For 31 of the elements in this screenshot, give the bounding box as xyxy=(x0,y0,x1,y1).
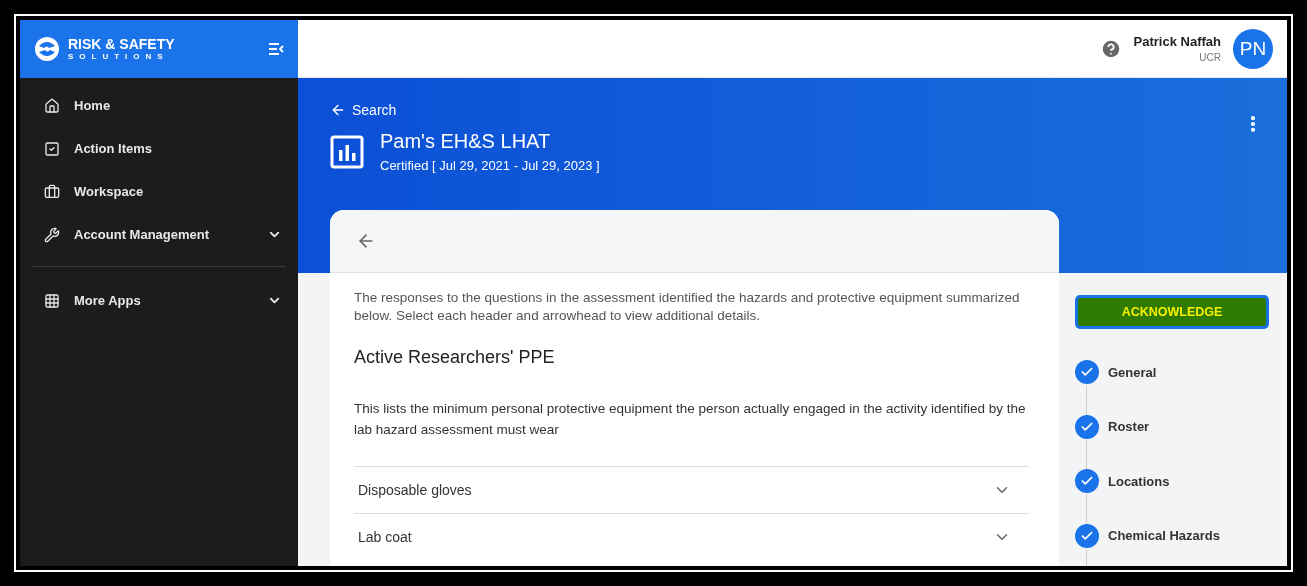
brand-tagline: SOLUTIONS xyxy=(68,52,170,61)
step-label[interactable]: Locations xyxy=(1108,473,1170,489)
nav-item[interactable]: Workspace xyxy=(32,170,286,213)
user-name: Patrick Naffah xyxy=(1133,34,1221,49)
arrow-left-icon xyxy=(330,102,346,118)
step-label[interactable]: General xyxy=(1108,364,1157,380)
nav-item[interactable]: Account Management xyxy=(32,213,286,256)
wrench-icon xyxy=(44,226,60,243)
step-label[interactable]: Chemical Hazards xyxy=(1108,528,1220,544)
page-title: Pam's EH&S LHAT xyxy=(380,130,552,153)
back-link[interactable]: Search xyxy=(330,102,1255,118)
nav-item[interactable]: Home xyxy=(32,84,286,127)
acknowledge-button[interactable]: ACKNOWLEDGE xyxy=(1075,295,1269,329)
nav-item[interactable]: More Apps xyxy=(32,279,286,322)
help-icon[interactable] xyxy=(1099,37,1122,60)
section-description: This lists the minimum personal protective equipment the person actually engaged in the activity identified by the lab hazard assessment must wear xyxy=(354,400,1027,439)
section-title: Active Researchers' PPE xyxy=(354,347,556,368)
step-label[interactable]: Roster xyxy=(1108,419,1150,435)
checkbox-icon xyxy=(44,140,60,157)
grid-icon xyxy=(44,292,60,309)
avatar[interactable]: PN xyxy=(1233,28,1273,69)
brand-name: RISK & SAFETY xyxy=(68,37,176,52)
certification-dates: Certified [ Jul 29, 2021 - Jul 29, 2023 ] xyxy=(380,158,600,173)
briefcase-icon xyxy=(44,183,60,200)
intro-text: The responses to the questions in the assessment identified the hazards and protective equipment summarized below. Select each header and arrowhead to view additional details. xyxy=(354,289,1021,325)
nav-item[interactable]: Action Items xyxy=(32,127,286,170)
bar-chart-icon xyxy=(330,134,364,169)
logo-icon xyxy=(34,36,60,62)
home-icon xyxy=(44,97,60,114)
user-org: UCR xyxy=(1199,52,1221,63)
collapse-menu-icon[interactable] xyxy=(268,43,284,55)
